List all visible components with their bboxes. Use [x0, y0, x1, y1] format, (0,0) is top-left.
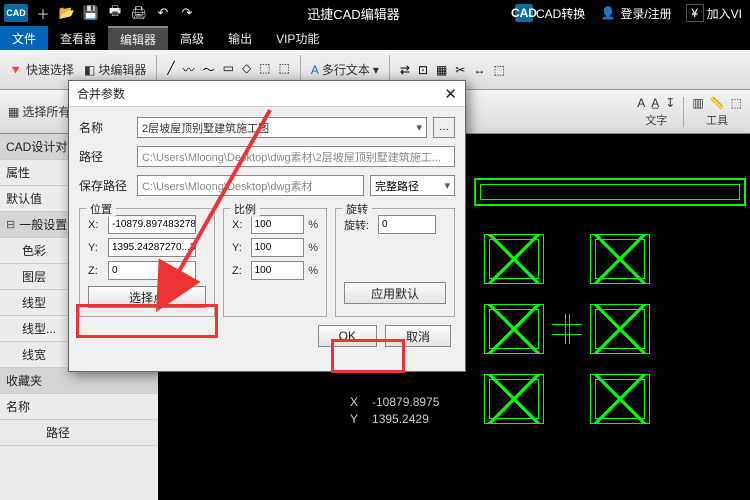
- position-group: 位置 X:-10879.8974832781 Y:1395.24287270..…: [79, 208, 215, 317]
- scale-group: 比例 X:100% Y:100% Z:100%: [223, 208, 327, 317]
- name-browse-button[interactable]: …: [433, 117, 455, 138]
- quick-select-button[interactable]: 🔻快速选择: [8, 61, 74, 78]
- rotate-input[interactable]: 0: [378, 215, 436, 234]
- cad-convert-button[interactable]: CADCAD转换: [511, 4, 589, 22]
- undo-icon[interactable]: ↶: [154, 4, 172, 22]
- polyline-icon[interactable]: 〰: [183, 61, 195, 78]
- tab-advanced[interactable]: 高级: [168, 26, 216, 50]
- text2-icon[interactable]: A̲: [651, 96, 659, 110]
- draw-tools: ╱ 〰 〜 ▭ ◇ ⬚ ⬚: [167, 61, 290, 78]
- dialog-titlebar: 合并参数 ✕: [69, 81, 465, 107]
- tool7-icon[interactable]: ⬚: [279, 61, 290, 78]
- curve-icon[interactable]: 〜: [203, 61, 215, 78]
- tab-viewer[interactable]: 查看器: [48, 26, 108, 50]
- multiline-text-button[interactable]: A多行文本▾: [311, 61, 379, 78]
- name-label: 名称: [79, 119, 131, 136]
- trim-icon[interactable]: ✂: [455, 63, 465, 77]
- panel-name[interactable]: 名称: [0, 394, 158, 420]
- scale-y-input[interactable]: 100: [251, 238, 305, 257]
- text3-icon[interactable]: ↧: [665, 96, 675, 110]
- saveall-icon[interactable]: 🖶: [106, 4, 124, 22]
- hatch-icon[interactable]: ▥: [692, 96, 703, 110]
- app-title: 迅捷CAD编辑器: [202, 4, 505, 23]
- name-combo[interactable]: 2层坡屋顶别墅建筑施工图: [137, 117, 427, 138]
- tab-output[interactable]: 输出: [216, 26, 264, 50]
- mirror-icon[interactable]: ⇄: [400, 63, 410, 77]
- pos-title: 位置: [86, 201, 116, 217]
- close-icon[interactable]: ✕: [444, 85, 457, 103]
- offset-icon[interactable]: ⊡: [418, 63, 428, 77]
- cad-drawing: [470, 174, 750, 434]
- array-icon[interactable]: ▦: [436, 63, 447, 77]
- merge-params-dialog: 合并参数 ✕ 名称 2层坡屋顶别墅建筑施工图 … 路径 C:\Users\Mlo…: [68, 80, 466, 372]
- scale-z-input[interactable]: 100: [251, 261, 305, 280]
- tab-vip[interactable]: VIP功能: [264, 26, 331, 50]
- new-icon[interactable]: ＋: [34, 4, 52, 22]
- apply-default-button[interactable]: 应用默认: [344, 282, 446, 304]
- title-bar: CAD ＋ 📂 💾 🖶 🖨 ↶ ↷ 迅捷CAD编辑器 CADCAD转换 👤登录/…: [0, 0, 750, 26]
- tool6-icon[interactable]: ⬚: [259, 61, 270, 78]
- block-editor-button[interactable]: ◧块编辑器: [84, 61, 146, 78]
- rect-icon[interactable]: ▭: [223, 61, 234, 78]
- dialog-title: 合并参数: [77, 85, 125, 102]
- print-icon[interactable]: 🖨: [130, 4, 148, 22]
- path-mode-combo[interactable]: 完整路径: [370, 175, 455, 196]
- login-button[interactable]: 👤登录/注册: [595, 4, 675, 22]
- measure-icon[interactable]: 📏: [710, 96, 725, 110]
- app-logo: CAD: [4, 4, 28, 22]
- tab-editor[interactable]: 编辑器: [108, 26, 168, 50]
- pos-y-input[interactable]: 1395.24287270...32: [108, 238, 196, 257]
- redo-icon[interactable]: ↷: [178, 4, 196, 22]
- text-icon[interactable]: A: [637, 96, 645, 110]
- path-label: 路径: [79, 148, 131, 165]
- shape-icon[interactable]: ◇: [242, 61, 251, 78]
- tab-file[interactable]: 文件: [0, 26, 48, 50]
- select-all-button[interactable]: ▦选择所有: [8, 103, 70, 120]
- cancel-button[interactable]: 取消: [385, 325, 451, 347]
- open-icon[interactable]: 📂: [58, 4, 76, 22]
- tool-group: ▥ 📏 ⬚ 工具: [692, 96, 742, 128]
- rotate-group: 旋转 旋转:0 应用默认: [335, 208, 455, 317]
- path-input[interactable]: C:\Users\Mloong\Desktop\dwg素材\2层坡屋顶别墅建筑施…: [137, 146, 455, 167]
- coordinate-readout: X-10879.8975 Y1395.2429: [350, 395, 439, 429]
- pos-z-input[interactable]: 0: [108, 261, 196, 280]
- join-vip-button[interactable]: ¥加入VI: [682, 4, 746, 22]
- select-point-button[interactable]: 选择点: [88, 286, 206, 308]
- pos-x-input[interactable]: -10879.8974832781: [108, 215, 196, 234]
- modify-tools: ⇄ ⊡ ▦ ✂ ↔ ⬚: [400, 63, 505, 77]
- rotate-title: 旋转: [342, 201, 372, 217]
- extend-icon[interactable]: ↔: [473, 63, 485, 77]
- line-icon[interactable]: ╱: [167, 61, 174, 78]
- menu-tabs: 文件 查看器 编辑器 高级 输出 VIP功能: [0, 26, 750, 50]
- misc-icon[interactable]: ⬚: [731, 96, 742, 110]
- save-input[interactable]: C:\Users\Mloong\Desktop\dwg素材: [137, 175, 364, 196]
- scale-x-input[interactable]: 100: [251, 215, 305, 234]
- tool-icon[interactable]: ⬚: [493, 63, 504, 77]
- save-label: 保存路径: [79, 177, 131, 194]
- panel-path[interactable]: 路径: [0, 420, 158, 446]
- save-icon[interactable]: 💾: [82, 4, 100, 22]
- scale-title: 比例: [230, 201, 260, 217]
- ok-button[interactable]: OK: [318, 325, 377, 347]
- text-group: A A̲ ↧ 文字: [637, 96, 675, 128]
